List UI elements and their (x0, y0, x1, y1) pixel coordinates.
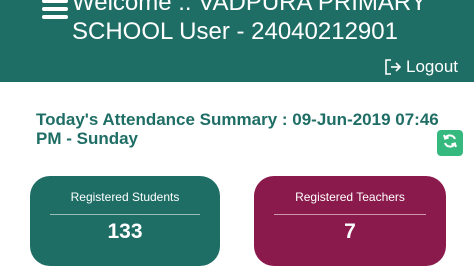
registered-students-label: Registered Students (70, 190, 180, 204)
app-header: Welcome :: VADPURA PRIMARY SCHOOL User -… (0, 0, 474, 82)
hamburger-menu-icon[interactable] (42, 0, 68, 20)
card-divider (50, 214, 200, 215)
header-title: Welcome :: VADPURA PRIMARY SCHOOL User -… (72, 0, 427, 45)
registered-teachers-card[interactable]: Registered Teachers 7 (254, 176, 446, 266)
attendance-summary-title: Today's Attendance Summary : 09-Jun-2019… (36, 110, 439, 148)
registered-teachers-label: Registered Teachers (295, 190, 405, 204)
registered-teachers-count: 7 (344, 220, 356, 243)
registered-students-count: 133 (107, 220, 143, 243)
refresh-icon (442, 133, 458, 154)
logout-button[interactable]: Logout (384, 57, 458, 77)
card-divider (274, 214, 426, 215)
logout-icon (384, 58, 402, 76)
logout-label: Logout (406, 57, 458, 76)
registered-students-card[interactable]: Registered Students 133 (30, 176, 220, 266)
main-content: Today's Attendance Summary : 09-Jun-2019… (0, 82, 474, 266)
refresh-button[interactable] (437, 130, 463, 156)
